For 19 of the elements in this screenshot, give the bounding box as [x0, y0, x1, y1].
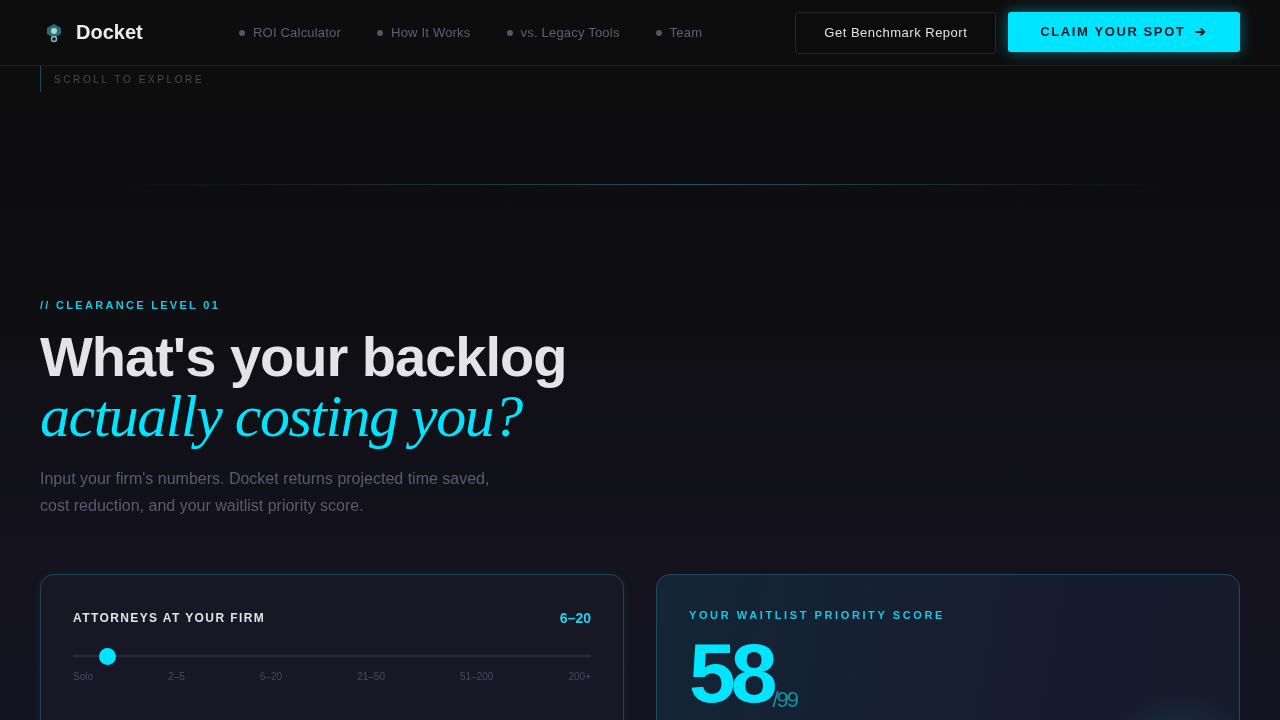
- benchmark-button[interactable]: Get Benchmark Report: [795, 11, 997, 54]
- logo-icon: [44, 22, 64, 43]
- field-value: 6–20: [559, 610, 591, 626]
- nav-link[interactable]: vs. Legacy Tools: [506, 25, 620, 40]
- scroll-hint: SCROLL TO EXPLORE: [54, 73, 205, 85]
- score-max: /99: [772, 687, 798, 713]
- hero-lead: Input your firm's numbers. Docket returns projected time saved, cost reduction, and your waitlist priority score.: [40, 469, 491, 516]
- slider-thumb[interactable]: [98, 648, 116, 665]
- nav-link[interactable]: Team: [655, 25, 703, 40]
- brand-name: Docket: [76, 21, 143, 44]
- tick-label: 200+: [568, 671, 591, 682]
- hero-title: What's your backlog: [40, 327, 568, 387]
- claim-button[interactable]: CLAIM YOUR SPOT ➔: [1008, 11, 1240, 52]
- nav-link[interactable]: How It Works: [377, 25, 471, 40]
- score-label: YOUR WAITLIST PRIORITY SCORE: [689, 609, 946, 621]
- nav-link[interactable]: ROI Calculator: [239, 25, 342, 40]
- field-label: ATTORNEYS AT YOUR FIRM: [73, 611, 266, 625]
- score-value: 58: [689, 631, 773, 715]
- eyebrow-label: // CLEARANCE LEVEL 01: [40, 299, 222, 311]
